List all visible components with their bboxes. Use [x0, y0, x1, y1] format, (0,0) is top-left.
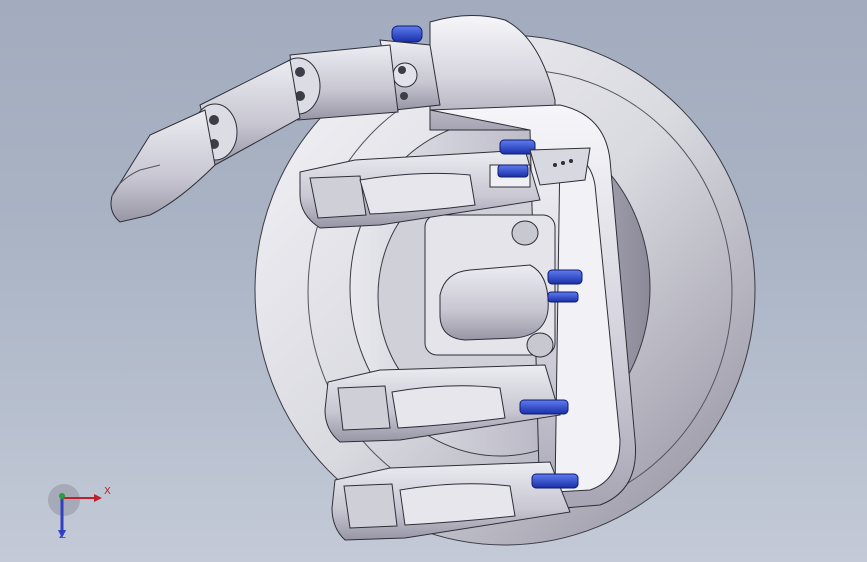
y-axis-icon	[59, 493, 65, 499]
blue-pin-icon	[519, 399, 569, 415]
coordinate-triad: X Z	[44, 482, 114, 544]
cad-3d-viewport[interactable]: X Z	[0, 0, 867, 562]
blue-pin-icon	[497, 164, 529, 178]
z-axis-label: Z	[59, 530, 66, 541]
blue-pin-icon	[391, 25, 423, 43]
blue-pin-icon	[547, 269, 583, 285]
blue-pin-icon	[531, 473, 579, 489]
x-axis-label: X	[104, 486, 111, 497]
blue-pin-icon	[499, 139, 536, 155]
robotic-hand-model[interactable]	[0, 0, 867, 562]
blue-pin-icon	[547, 291, 579, 303]
